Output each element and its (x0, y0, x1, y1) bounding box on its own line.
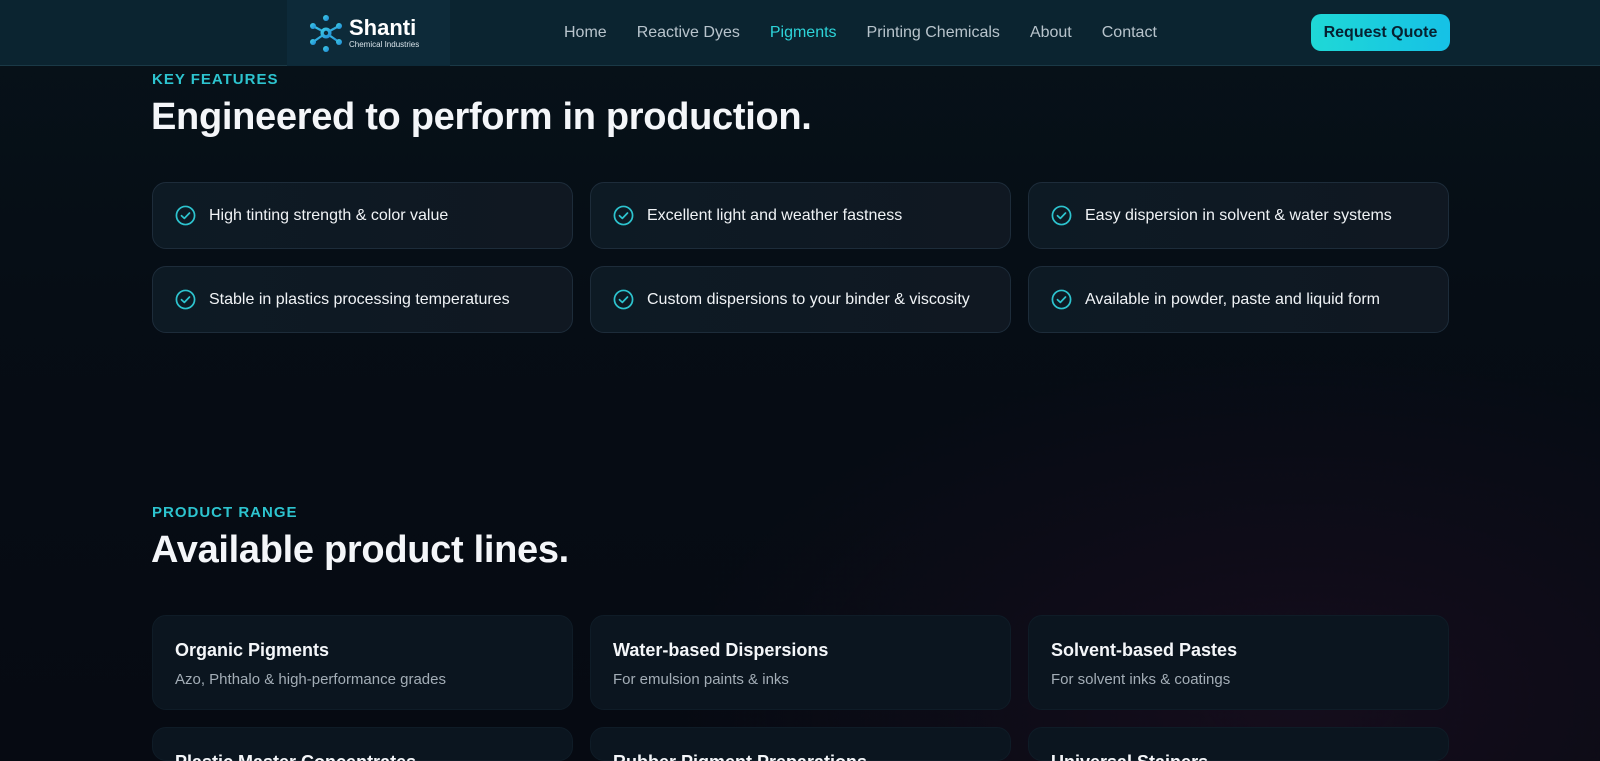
product-title: Organic Pigments (175, 640, 330, 660)
products-heading: Available product lines. (151, 529, 569, 571)
feature-text: Excellent light and weather fastness (647, 206, 903, 224)
nav-pigments[interactable]: Pigments (770, 24, 837, 42)
feature-text: Easy dispersion in solvent & water syste… (1085, 206, 1392, 224)
check-circle-icon (175, 205, 196, 226)
feature-card: Custom dispersions to your binder & visc… (590, 266, 1011, 333)
nav-about[interactable]: About (1030, 24, 1072, 42)
feature-card: Excellent light and weather fastness (590, 182, 1011, 249)
product-card[interactable]: Rubber Pigment Preparations (590, 727, 1011, 761)
feature-card: Easy dispersion in solvent & water syste… (1028, 182, 1449, 249)
product-description: Azo, Phthalo & high-performance grades (175, 671, 446, 688)
check-circle-icon (613, 289, 634, 310)
nav-contact[interactable]: Contact (1102, 24, 1157, 42)
main-nav: Home Reactive Dyes Pigments Printing Che… (564, 0, 1187, 66)
product-title: Plastic Master Concentrates (175, 752, 572, 761)
molecule-logo-icon (310, 15, 342, 52)
product-card[interactable]: Universal Stainers (1028, 727, 1449, 761)
request-quote-button[interactable]: Request Quote (1311, 14, 1450, 51)
product-card[interactable]: Plastic Master Concentrates (152, 727, 573, 761)
product-title: Rubber Pigment Preparations (613, 752, 1010, 761)
nav-home[interactable]: Home (564, 24, 607, 42)
brand-text: Shanti Chemical Industries (349, 14, 420, 50)
feature-card: High tinting strength & color value (152, 182, 573, 249)
feature-text: Available in powder, paste and liquid fo… (1085, 290, 1380, 308)
brand-name: Shanti (349, 14, 417, 40)
product-description: For emulsion paints & inks (613, 671, 789, 688)
nav-reactive-dyes[interactable]: Reactive Dyes (637, 24, 740, 42)
product-card[interactable]: Water-based Dispersions For emulsion pai… (590, 615, 1011, 710)
features-eyebrow: KEY FEATURES (152, 71, 279, 88)
check-circle-icon (613, 205, 634, 226)
feature-text: Stable in plastics processing temperatur… (209, 290, 510, 308)
product-description: For solvent inks & coatings (1051, 671, 1231, 688)
product-card[interactable]: Organic Pigments Azo, Phthalo & high-per… (152, 615, 573, 710)
feature-text: High tinting strength & color value (209, 206, 449, 224)
feature-card: Available in powder, paste and liquid fo… (1028, 266, 1449, 333)
nav-printing-chemicals[interactable]: Printing Chemicals (867, 24, 1000, 42)
product-title: Solvent-based Pastes (1051, 640, 1238, 660)
feature-text: Custom dispersions to your binder & visc… (647, 290, 970, 308)
brand-logo[interactable]: Shanti Chemical Industries (287, 0, 450, 66)
product-title: Water-based Dispersions (613, 640, 829, 660)
check-circle-icon (1051, 205, 1072, 226)
products-eyebrow: PRODUCT RANGE (152, 504, 298, 521)
product-card[interactable]: Solvent-based Pastes For solvent inks & … (1028, 615, 1449, 710)
check-circle-icon (1051, 289, 1072, 310)
product-title: Universal Stainers (1051, 752, 1448, 761)
check-circle-icon (175, 289, 196, 310)
features-heading: Engineered to perform in production. (151, 96, 812, 138)
feature-card: Stable in plastics processing temperatur… (152, 266, 573, 333)
navbar: Shanti Chemical Industries Home Reactive… (0, 0, 1600, 66)
brand-subtitle: Chemical Industries (349, 39, 420, 49)
